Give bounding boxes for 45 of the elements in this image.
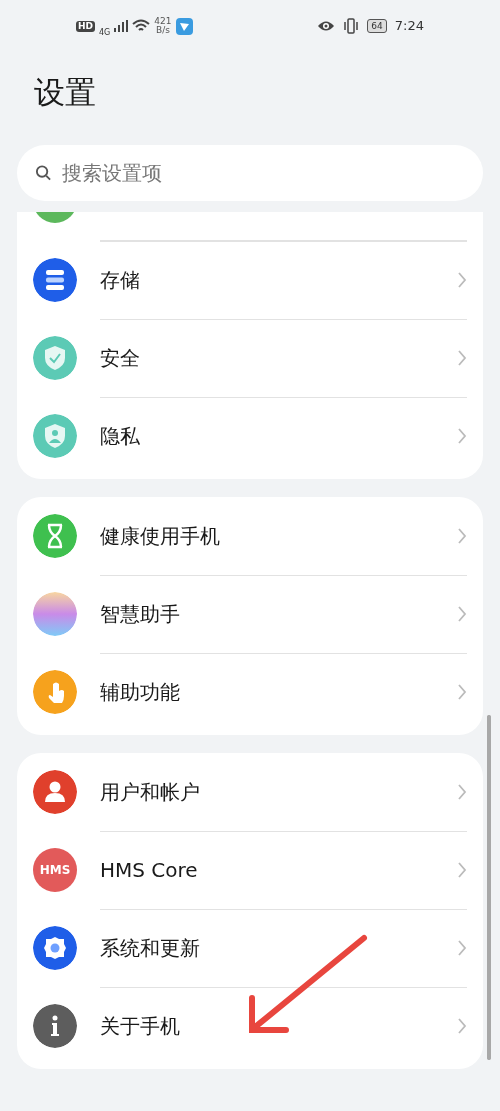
- settings-item[interactable]: 智慧助手: [33, 575, 467, 653]
- hd-icon: HD: [76, 20, 95, 32]
- hourglass-icon: [33, 514, 77, 558]
- settings-item[interactable]: 隐私: [33, 397, 467, 475]
- storage-icon: [33, 258, 77, 302]
- gradient-orb-icon: [33, 592, 77, 636]
- shield-icon: [33, 336, 77, 380]
- shield-icon: [33, 414, 77, 458]
- settings-item[interactable]: 关于手机: [33, 987, 467, 1065]
- chevron-icon: [457, 527, 467, 545]
- search-field[interactable]: 搜索设置项: [60, 157, 483, 189]
- hms-icon: HMS: [33, 848, 77, 892]
- chevron-icon: [457, 861, 467, 879]
- app-icon: [175, 17, 193, 35]
- chevron-icon: [457, 1017, 467, 1035]
- info-icon: [33, 1004, 77, 1048]
- settings-item[interactable]: 健康使用手机: [33, 497, 467, 575]
- settings-item[interactable]: 存储: [33, 241, 467, 319]
- settings-item[interactable]: 辅助功能: [33, 653, 467, 731]
- search-bar[interactable]: 搜索设置项: [17, 145, 483, 201]
- chevron-icon: [457, 349, 467, 367]
- chevron-icon: [457, 605, 467, 623]
- eye-icon: [317, 20, 336, 32]
- chevron-icon: [457, 683, 467, 701]
- search-icon: [35, 164, 52, 182]
- signal-icon: [114, 20, 129, 32]
- chevron-icon: [457, 271, 467, 289]
- clock: 7:24: [394, 17, 424, 36]
- page-title: 设置: [34, 73, 97, 112]
- battery-level: 64: [367, 19, 387, 33]
- chevron-icon: [457, 427, 467, 445]
- speed-unit: B/s: [154, 26, 171, 36]
- settings-item[interactable]: 系统和更新: [33, 909, 467, 987]
- user-icon: [33, 770, 77, 814]
- settings-item[interactable]: HMS HMS Core: [33, 831, 467, 909]
- chevron-icon: [457, 939, 467, 957]
- settings-item[interactable]: 安全: [33, 319, 467, 397]
- gear-icon: [33, 926, 77, 970]
- vibrate-icon: [343, 18, 360, 34]
- network-label: 4G: [99, 29, 111, 37]
- wifi-icon: [132, 19, 151, 33]
- settings-item[interactable]: 用户和帐户: [33, 753, 467, 831]
- hand-icon: [33, 670, 77, 714]
- chevron-icon: [457, 783, 467, 801]
- speed-value: 421: [154, 16, 172, 26]
